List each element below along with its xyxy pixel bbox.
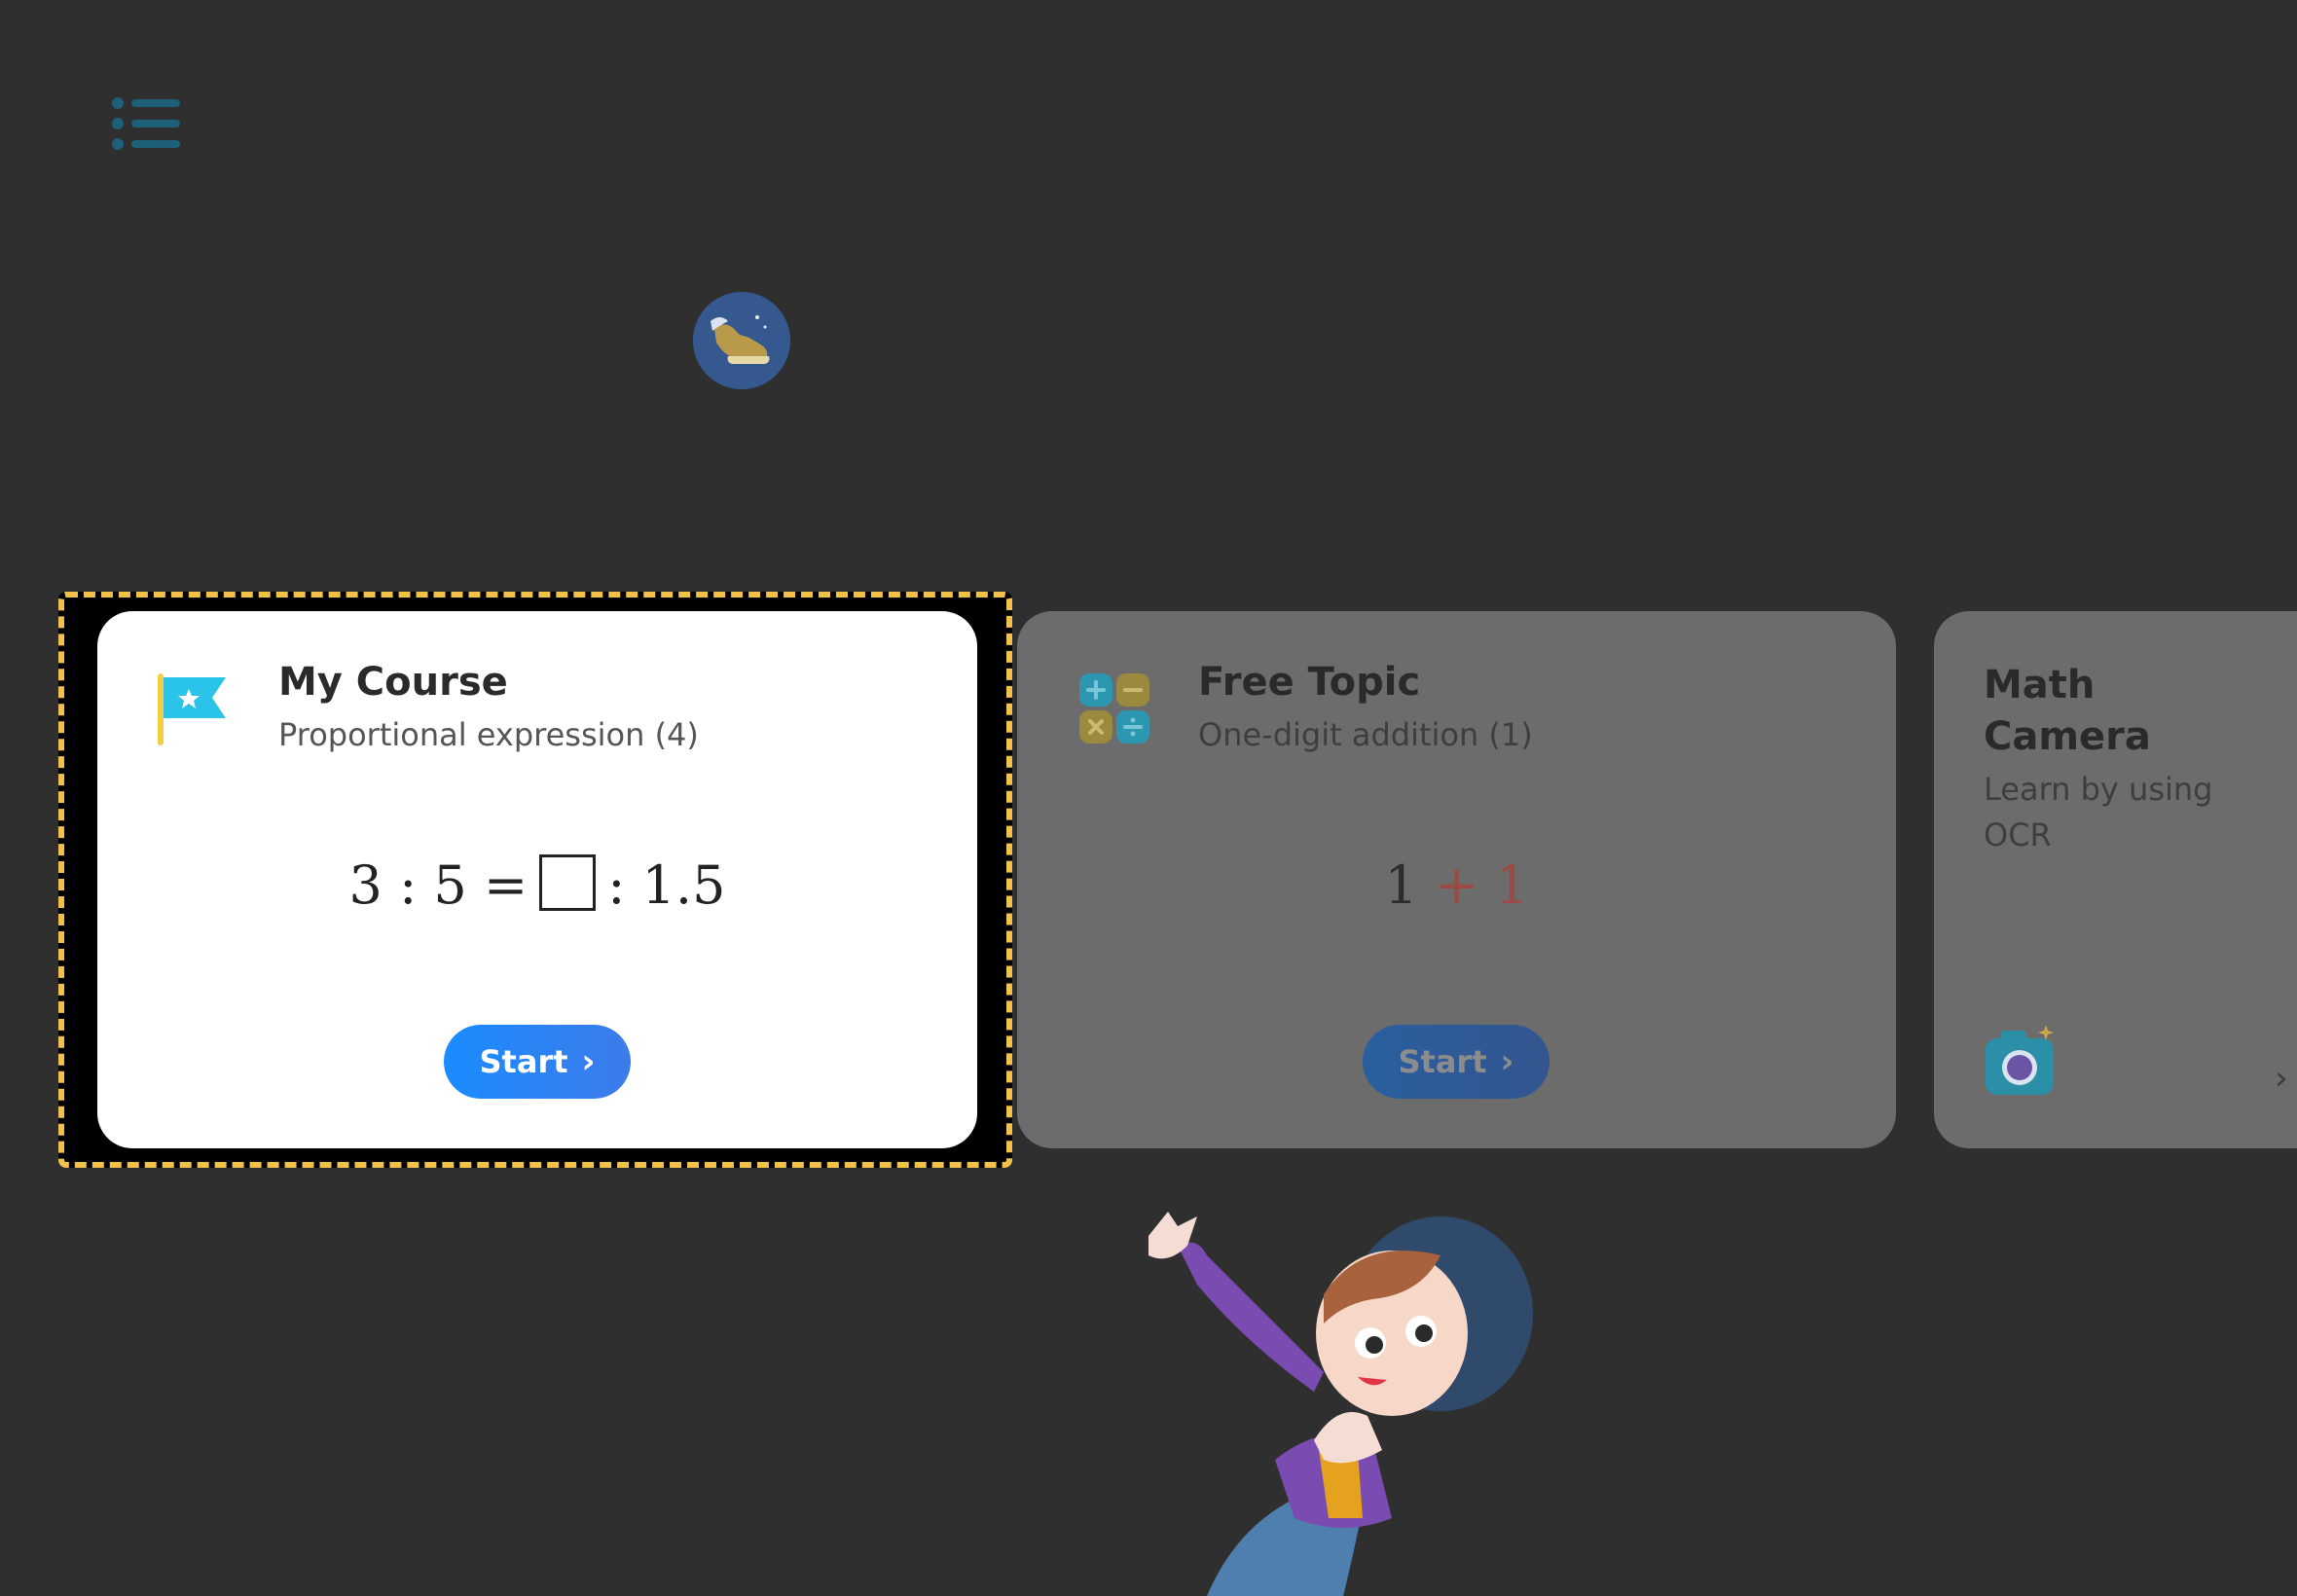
equation-preview: 1 + 1 xyxy=(1017,854,1896,916)
equation-left: 3 : 5 = xyxy=(348,854,529,916)
chevron-right-icon[interactable]: › xyxy=(2275,1059,2288,1098)
card-title: Free Topic xyxy=(1198,660,1421,705)
reward-badge[interactable] xyxy=(693,292,790,389)
start-label: Start xyxy=(479,1043,568,1080)
equation-right: : 1.5 xyxy=(607,854,726,916)
card-title: Math Camera xyxy=(1984,663,2151,759)
flying-shoe-icon xyxy=(693,292,790,389)
mascot-character xyxy=(1129,1207,1538,1596)
chevron-right-icon: › xyxy=(1500,1042,1514,1081)
card-subtitle: Proportional expression (4) xyxy=(278,716,699,753)
chevron-right-icon: › xyxy=(581,1042,596,1081)
free-topic-card[interactable]: Free Topic One-digit addition (1) 1 + 1 … xyxy=(1017,611,1896,1148)
math-operators-icon xyxy=(1076,670,1153,747)
answer-blank-box xyxy=(539,854,597,911)
free-topic-start-button[interactable]: Start › xyxy=(1363,1025,1550,1099)
menu-button[interactable] xyxy=(107,92,185,156)
card-subtitle: Learn by using OCR xyxy=(1984,771,2213,853)
start-label: Start xyxy=(1398,1043,1487,1080)
equation-operator: + xyxy=(1434,854,1479,916)
equation-preview: 3 : 5 = : 1.5 xyxy=(97,854,977,916)
card-subtitle: One-digit addition (1) xyxy=(1198,716,1533,753)
math-camera-card[interactable]: Math Camera Learn by using OCR › xyxy=(1934,611,2297,1148)
camera-icon xyxy=(1984,1025,2058,1099)
my-course-card[interactable]: My Course Proportional expression (4) 3 … xyxy=(97,611,977,1148)
card-title: My Course xyxy=(278,660,508,705)
equation-operand-a: 1 xyxy=(1384,854,1418,916)
home-screen: My Course Proportional expression (4) 3 … xyxy=(0,0,2297,1596)
menu-list-icon xyxy=(107,92,185,156)
equation-operand-b: 1 xyxy=(1495,854,1529,916)
my-course-start-button[interactable]: Start › xyxy=(444,1025,631,1099)
flag-star-icon xyxy=(156,670,234,747)
